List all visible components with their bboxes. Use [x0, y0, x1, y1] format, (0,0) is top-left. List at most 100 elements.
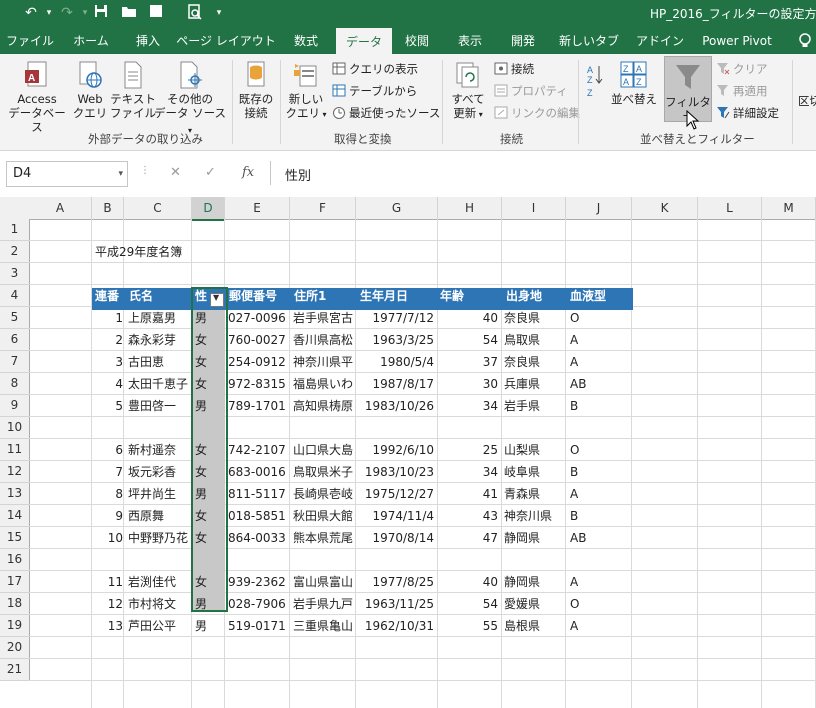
table-cell-zip[interactable]: 018-5851 — [228, 505, 288, 527]
column-header-i[interactable]: I — [502, 197, 566, 220]
table-cell-zip[interactable]: 254-0912 — [228, 351, 288, 373]
table-cell-name[interactable]: 上原嘉男 — [128, 307, 190, 329]
table-cell-blood[interactable]: A — [570, 351, 630, 373]
column-header-b[interactable]: B — [92, 197, 124, 220]
lightbulb-icon[interactable] — [796, 28, 814, 54]
table-cell-birth[interactable]: 1975/12/27 — [356, 483, 434, 505]
row-header-6[interactable]: 6 — [0, 329, 30, 351]
undo-dropdown-icon[interactable]: ▾ — [40, 4, 58, 22]
chevron-down-icon[interactable]: ▾ — [118, 169, 123, 179]
table-cell-age[interactable]: 47 — [438, 527, 498, 549]
table-cell-addr[interactable]: 高知県梼原 — [293, 395, 354, 417]
row-header-17[interactable]: 17 — [0, 571, 30, 593]
tab-review[interactable]: 校閲 — [395, 28, 439, 54]
existing-connections-button[interactable]: 既存の 接続 — [236, 60, 276, 120]
table-cell-addr[interactable]: 山口県大島 — [293, 439, 354, 461]
table-cell-origin[interactable]: 山梨県 — [504, 439, 564, 461]
table-cell-blood[interactable]: B — [570, 395, 630, 417]
table-cell-no[interactable]: 4 — [92, 373, 123, 395]
table-cell-birth[interactable]: 1962/10/31 — [356, 615, 434, 637]
row-header-12[interactable]: 12 — [0, 461, 30, 483]
table-cell-addr[interactable]: 岩手県九戸 — [293, 593, 354, 615]
table-cell-birth[interactable]: 1963/11/25 — [356, 593, 434, 615]
table-cell-birth[interactable]: 1977/8/25 — [356, 571, 434, 593]
table-cell-age[interactable]: 55 — [438, 615, 498, 637]
table-cell-age[interactable]: 30 — [438, 373, 498, 395]
table-cell-addr[interactable]: 岩手県宮古 — [293, 307, 354, 329]
insert-function-icon[interactable]: fx — [242, 165, 254, 180]
select-all-corner[interactable] — [0, 197, 30, 220]
table-cell-origin[interactable]: 岐阜県 — [504, 461, 564, 483]
table-cell-zip[interactable]: 864-0033 — [228, 527, 288, 549]
table-cell-origin[interactable]: 静岡県 — [504, 527, 564, 549]
table-cell-addr[interactable]: 長崎県壱岐 — [293, 483, 354, 505]
table-header-cell[interactable]: 生年月日 — [360, 285, 434, 307]
table-cell-name[interactable]: 岩渕佳代 — [128, 571, 190, 593]
table-cell-no[interactable]: 8 — [92, 483, 123, 505]
table-cell-name[interactable]: 森永彩芽 — [128, 329, 190, 351]
table-cell-age[interactable]: 25 — [438, 439, 498, 461]
table-cell-addr[interactable]: 三重県亀山 — [293, 615, 354, 637]
column-header-l[interactable]: L — [698, 197, 762, 220]
cancel-icon[interactable]: ✕ — [170, 165, 181, 180]
qat-customize-icon[interactable]: ▾ — [210, 4, 228, 22]
connections-button[interactable]: 接続 — [494, 62, 534, 76]
column-header-c[interactable]: C — [124, 197, 192, 220]
tab-power-pivot[interactable]: Power Pivot — [696, 28, 778, 54]
web-query-button[interactable]: Web クエリ — [72, 60, 108, 120]
table-cell-blood[interactable]: A — [570, 571, 630, 593]
table-cell-origin[interactable]: 岩手県 — [504, 395, 564, 417]
table-cell-zip[interactable]: 683-0016 — [228, 461, 288, 483]
table-cell-addr[interactable]: 鳥取県米子 — [293, 461, 354, 483]
table-cell-no[interactable]: 2 — [92, 329, 123, 351]
table-cell-blood[interactable]: O — [570, 307, 630, 329]
table-cell-age[interactable]: 54 — [438, 593, 498, 615]
table-cell-origin[interactable]: 島根県 — [504, 615, 564, 637]
column-header-m[interactable]: M — [762, 197, 816, 220]
table-cell-age[interactable]: 54 — [438, 329, 498, 351]
table-cell-no[interactable]: 5 — [92, 395, 123, 417]
text-to-columns-button[interactable]: 区切 — [798, 94, 816, 108]
row-header-18[interactable]: 18 — [0, 593, 30, 615]
table-header-cell[interactable]: 血液型 — [570, 285, 630, 307]
table-cell-birth[interactable]: 1992/6/10 — [356, 439, 434, 461]
new-query-button[interactable]: 新しい クエリ ▾ — [284, 60, 328, 122]
table-cell-addr[interactable]: 富山県富山 — [293, 571, 354, 593]
from-table-button[interactable]: テーブルから — [332, 84, 417, 98]
row-header-4[interactable]: 4 — [0, 285, 30, 307]
table-cell-origin[interactable]: 鳥取県 — [504, 329, 564, 351]
table-header-cell[interactable]: 連番 — [95, 285, 125, 307]
table-cell-age[interactable]: 41 — [438, 483, 498, 505]
undo-icon[interactable]: ↶ — [22, 4, 40, 22]
tab-add-ins[interactable]: アドイン — [632, 28, 688, 54]
row-header-9[interactable]: 9 — [0, 395, 30, 417]
table-cell-age[interactable]: 37 — [438, 351, 498, 373]
table-header-cell[interactable]: 住所1 — [294, 285, 356, 307]
table-cell-no[interactable]: 1 — [92, 307, 123, 329]
table-cell-zip[interactable]: 742-2107 — [228, 439, 288, 461]
tab-file[interactable]: ファイル — [0, 28, 60, 54]
table-cell-age[interactable]: 34 — [438, 395, 498, 417]
filter-dropdown-button[interactable]: ▼ — [210, 293, 224, 307]
sort-ascending-button[interactable]: AZZ — [584, 62, 606, 107]
table-cell-no[interactable]: 7 — [92, 461, 123, 483]
row-header-19[interactable]: 19 — [0, 615, 30, 637]
table-cell-birth[interactable]: 1980/5/4 — [356, 351, 434, 373]
table-cell-zip[interactable]: 027-0096 — [228, 307, 288, 329]
table-cell-zip[interactable]: 519-0171 — [228, 615, 288, 637]
table-cell-blood[interactable]: O — [570, 439, 630, 461]
sheet-title-cell[interactable]: 平成29年度名簿 — [95, 241, 215, 263]
table-cell-name[interactable]: 西原舞 — [128, 505, 190, 527]
tab-view[interactable]: 表示 — [446, 28, 494, 54]
table-cell-blood[interactable]: A — [570, 483, 630, 505]
table-cell-addr[interactable]: 香川県高松 — [293, 329, 354, 351]
sort-button[interactable]: ZAAZ 並べ替え — [608, 60, 660, 106]
row-header-3[interactable]: 3 — [0, 263, 30, 285]
table-cell-no[interactable]: 9 — [92, 505, 123, 527]
table-cell-no[interactable]: 6 — [92, 439, 123, 461]
tab-developer[interactable]: 開発 — [500, 28, 546, 54]
table-cell-name[interactable]: 豊田啓一 — [128, 395, 190, 417]
advanced-filter-button[interactable]: 詳細設定 — [716, 106, 779, 120]
table-cell-name[interactable]: 古田恵 — [128, 351, 190, 373]
access-database-button[interactable]: A Access データベース — [4, 60, 70, 134]
